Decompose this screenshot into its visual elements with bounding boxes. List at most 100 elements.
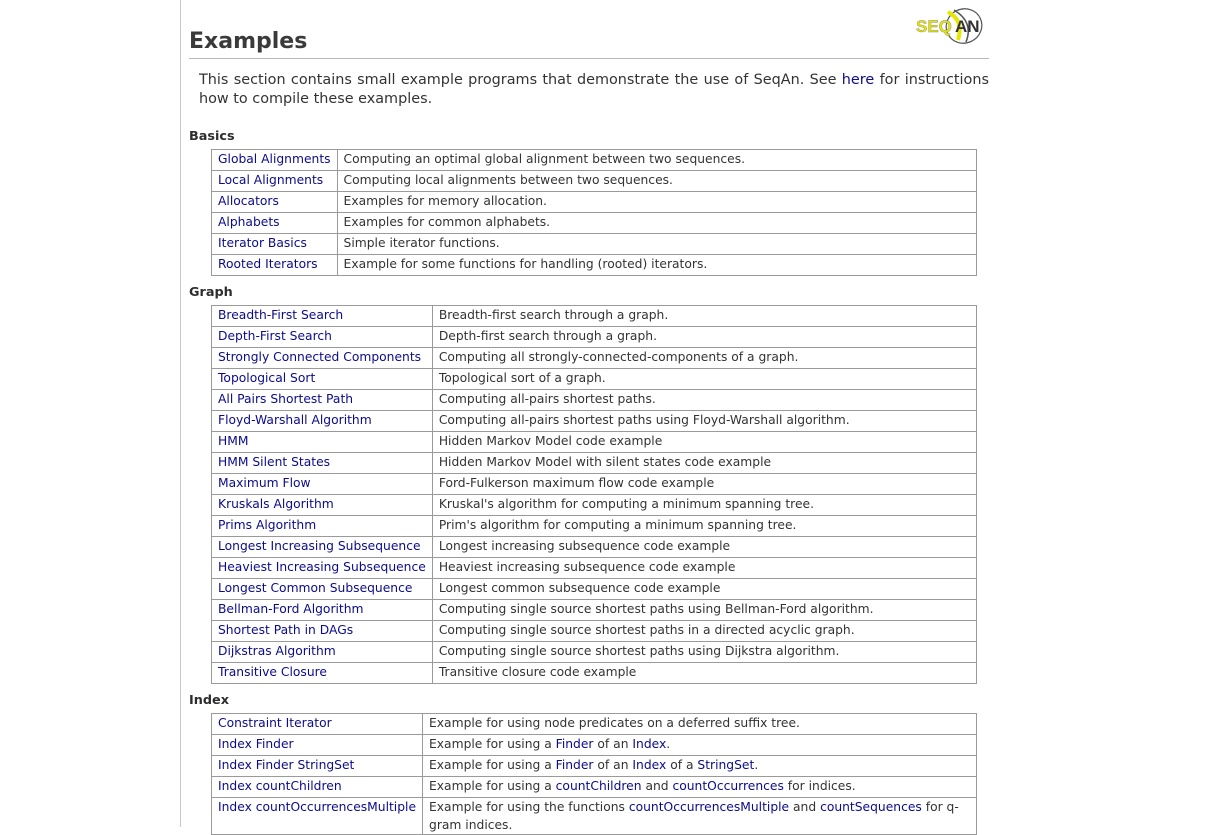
example-description-cell: Example for using a countChildren and co… — [422, 776, 977, 798]
example-name-cell: Index Finder StringSet — [210, 755, 424, 777]
example-description-cell: Hidden Markov Model with silent states c… — [431, 452, 978, 474]
example-name-cell: Breadth-First Search — [211, 305, 433, 327]
example-description-cell: Longest common subsequence code example — [431, 578, 978, 600]
example-link[interactable]: Maximum Flow — [218, 476, 311, 490]
example-link[interactable]: Strongly Connected Components — [218, 350, 421, 364]
example-link[interactable]: All Pairs Shortest Path — [218, 392, 353, 406]
example-name-cell: Allocators — [211, 191, 338, 213]
description-link[interactable]: countOccurrences — [672, 779, 783, 793]
example-name-cell: Topological Sort — [211, 368, 433, 390]
example-link[interactable]: Breadth-First Search — [218, 308, 343, 322]
example-link[interactable]: HMM Silent States — [218, 455, 330, 469]
example-name-cell: Heaviest Increasing Subsequence — [211, 557, 433, 579]
section-title-graph: Graph — [189, 285, 233, 300]
example-description-cell: Longest increasing subsequence code exam… — [431, 536, 978, 558]
example-link[interactable]: Prims Algorithm — [218, 518, 316, 532]
table-row: Rooted Iterators Example for some functio… — [211, 254, 978, 276]
description-text: Example for using the functions — [429, 800, 629, 814]
table-row: Alphabets Examples for common alphabets. — [211, 212, 978, 234]
example-link[interactable]: Index Finder StringSet — [218, 758, 354, 772]
example-link[interactable]: Dijkstras Algorithm — [218, 644, 336, 658]
description-link[interactable]: Finder — [556, 737, 594, 751]
section-basics: Basics Global Alignments Computing an opt… — [189, 128, 989, 276]
section-index: Index Constraint Iterator Example for usi… — [189, 692, 989, 835]
example-name-cell: Index countOccurrencesMultiple — [210, 797, 424, 835]
description-link[interactable]: Index — [632, 737, 666, 751]
example-link[interactable]: Global Alignments — [218, 152, 331, 166]
example-name-cell: Index Finder — [210, 734, 424, 756]
example-link[interactable]: Longest Increasing Subsequence — [218, 539, 421, 553]
description-link[interactable]: StringSet — [697, 758, 754, 772]
description-link[interactable]: countSequences — [820, 800, 922, 814]
table-row: Maximum Flow Ford-Fulkerson maximum flow … — [211, 473, 978, 495]
description-text: for indices. — [783, 779, 856, 793]
description-text: Example for using a — [429, 779, 556, 793]
example-description-cell: Example for using node predicates on a d… — [422, 713, 977, 735]
example-link[interactable]: Topological Sort — [218, 371, 315, 385]
table-row: Iterator Basics Simple iterator functions… — [211, 233, 978, 255]
example-name-cell: HMM — [211, 431, 433, 453]
example-link[interactable]: Local Alignments — [218, 173, 323, 187]
table-row: Index Finder StringSet Example for using … — [210, 755, 977, 777]
table-row: Allocators Examples for memory allocation… — [211, 191, 978, 213]
example-name-cell: Shortest Path in DAGs — [211, 620, 433, 642]
example-link[interactable]: Constraint Iterator — [218, 716, 332, 730]
page-left-border — [180, 0, 181, 827]
example-link[interactable]: Iterator Basics — [218, 236, 307, 250]
section-title-index: Index — [189, 693, 229, 708]
example-link[interactable]: Transitive Closure — [218, 665, 327, 679]
example-name-cell: Longest Common Subsequence — [211, 578, 433, 600]
table-row: Longest Common Subsequence Longest common… — [211, 578, 978, 600]
description-link[interactable]: Finder — [556, 758, 594, 772]
intro-here-link[interactable]: here — [842, 72, 874, 88]
description-link[interactable]: countChildren — [556, 779, 642, 793]
example-name-cell: Transitive Closure — [211, 662, 433, 684]
table-row: All Pairs Shortest Path Computing all-pai… — [211, 389, 978, 411]
example-description-cell: Hidden Markov Model code example — [431, 431, 978, 453]
example-link[interactable]: Kruskals Algorithm — [218, 497, 334, 511]
example-description-cell: Example for using a Finder of an Index. — [422, 734, 977, 756]
intro-paragraph: This section contains small example prog… — [199, 71, 989, 109]
table-row: Longest Increasing Subsequence Longest in… — [211, 536, 978, 558]
example-link[interactable]: Depth-First Search — [218, 329, 332, 343]
table-row: Global Alignments Computing an optimal gl… — [211, 149, 978, 171]
section-graph: Graph Breadth-First Search Breadth-first … — [189, 284, 989, 684]
description-text: . — [754, 758, 759, 772]
example-link[interactable]: Rooted Iterators — [218, 257, 318, 271]
example-link[interactable]: Heaviest Increasing Subsequence — [218, 560, 426, 574]
example-name-cell: Alphabets — [211, 212, 338, 234]
basics-table: Global Alignments Computing an optimal gl… — [211, 149, 978, 276]
example-link[interactable]: Shortest Path in DAGs — [218, 623, 353, 637]
description-link[interactable]: Index — [632, 758, 666, 772]
example-link[interactable]: Floyd-Warshall Algorithm — [218, 413, 372, 427]
table-row: Kruskals Algorithm Kruskal's algorithm fo… — [211, 494, 978, 516]
table-row: Heaviest Increasing Subsequence Heaviest … — [211, 557, 978, 579]
example-link[interactable]: Index Finder — [218, 737, 294, 751]
example-link[interactable]: Longest Common Subsequence — [218, 581, 412, 595]
description-text: Example for using a — [429, 737, 556, 751]
example-name-cell: Bellman-Ford Algorithm — [211, 599, 433, 621]
example-link[interactable]: HMM — [218, 434, 248, 448]
example-description-cell: Examples for common alphabets. — [336, 212, 978, 234]
example-link[interactable]: Allocators — [218, 194, 279, 208]
example-description-cell: Prim's algorithm for computing a minimum… — [431, 515, 978, 537]
example-link[interactable]: Index countChildren — [218, 779, 342, 793]
page-title: Examples — [189, 28, 989, 59]
example-link[interactable]: Bellman-Ford Algorithm — [218, 602, 364, 616]
example-description-cell: Ford-Fulkerson maximum flow code example — [431, 473, 978, 495]
example-name-cell: Constraint Iterator — [210, 713, 424, 735]
example-description-cell: Simple iterator functions. — [336, 233, 978, 255]
table-row: Bellman-Ford Algorithm Computing single s… — [211, 599, 978, 621]
example-description-cell: Heaviest increasing subsequence code exa… — [431, 557, 978, 579]
example-description-cell: Computing an optimal global alignment be… — [336, 149, 978, 171]
index-table: Constraint Iterator Example for using nod… — [210, 713, 977, 835]
example-link[interactable]: Alphabets — [218, 215, 280, 229]
example-link[interactable]: Index countOccurrencesMultiple — [218, 800, 416, 814]
table-row: Index Finder Example for using a Finder o… — [210, 734, 977, 756]
table-row: Index countOccurrencesMultiple Example fo… — [210, 797, 977, 835]
example-description-cell: Computing all-pairs shortest paths. — [431, 389, 978, 411]
table-row: Breadth-First Search Breadth-first search… — [211, 305, 978, 327]
table-row: Local Alignments Computing local alignmen… — [211, 170, 978, 192]
description-link[interactable]: countOccurrencesMultiple — [629, 800, 789, 814]
example-description-cell: Transitive closure code example — [431, 662, 978, 684]
